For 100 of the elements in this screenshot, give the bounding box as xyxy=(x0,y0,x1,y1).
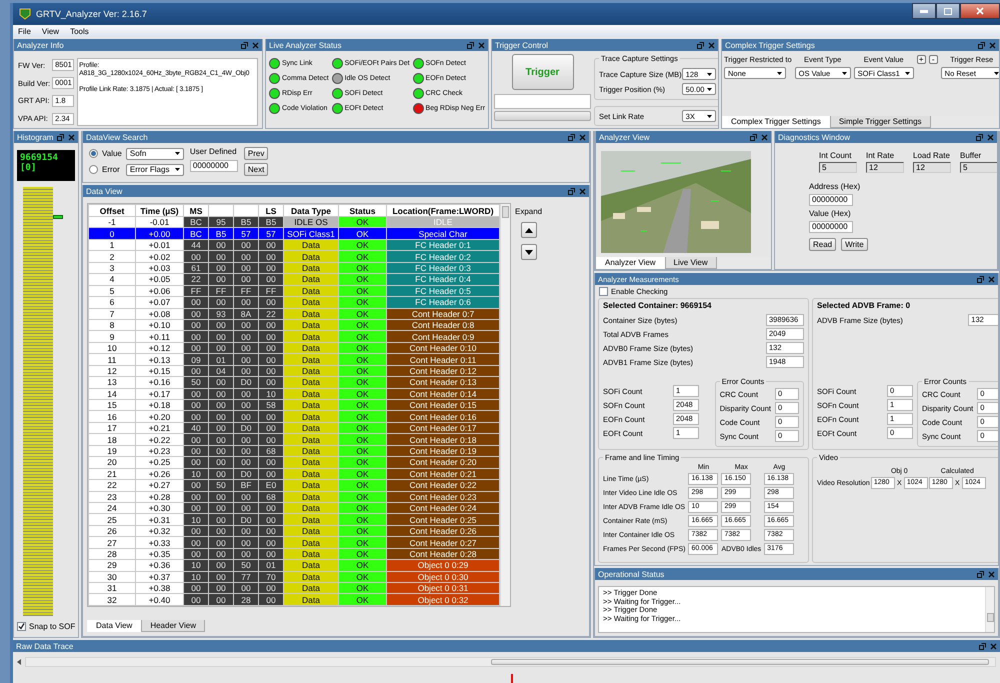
table-row[interactable]: 21 +0.26 10 00 D0 00 Data OK Cont Header 0:21 xyxy=(88,468,500,480)
minimize-button[interactable] xyxy=(912,3,936,19)
float-icon[interactable] xyxy=(976,134,983,140)
input-field[interactable]: 00000000 xyxy=(809,221,853,233)
search-button[interactable]: Next xyxy=(244,163,268,176)
table-row[interactable]: 13 +0.16 50 00 D0 00 Data OK Cont Header 0:13 xyxy=(88,376,500,388)
column-header[interactable]: Offset xyxy=(88,204,136,217)
float-icon[interactable] xyxy=(750,134,757,140)
table-row[interactable]: 25 +0.31 10 00 D0 00 Data OK Cont Header 0:25 xyxy=(88,514,500,526)
diag-button[interactable]: Write xyxy=(841,238,868,251)
close-icon[interactable] xyxy=(990,642,997,650)
table-row[interactable]: 15 +0.18 00 00 00 58 Data OK Cont Header 0:15 xyxy=(88,400,500,411)
table-row[interactable]: 3 +0.03 61 00 00 00 Data OK FC Header 0:3 xyxy=(88,262,500,274)
float-icon[interactable] xyxy=(467,42,474,48)
tab[interactable]: Live View xyxy=(664,257,717,269)
table-row[interactable]: 32 +0.40 00 00 28 00 Data OK Object 0 0:32 xyxy=(88,594,500,606)
table-row[interactable]: 0 +0.00 BC B5 57 57 SOFi Class1 OK Special Char xyxy=(88,228,500,240)
tab[interactable]: Analyzer View xyxy=(596,257,665,269)
table-row[interactable]: 14 +0.17 00 00 00 10 Data OK Cont Header 0:14 xyxy=(88,388,500,400)
menu-item[interactable]: Tools xyxy=(70,26,89,36)
table-row[interactable]: 6 +0.07 00 00 00 00 Data OK FC Header 0:6 xyxy=(88,296,500,308)
table-row[interactable]: 4 +0.05 22 00 00 00 Data OK FC Header 0:4 xyxy=(88,274,500,286)
float-icon[interactable] xyxy=(568,188,575,194)
dropdown[interactable]: Sofn xyxy=(126,148,184,160)
close-icon[interactable] xyxy=(708,42,715,48)
float-icon[interactable] xyxy=(979,642,986,650)
float-icon[interactable] xyxy=(978,42,985,48)
diag-button[interactable]: Read xyxy=(809,238,836,251)
table-row[interactable]: 1 +0.01 44 00 00 00 Data OK FC Header 0:1 xyxy=(88,239,500,251)
table-row[interactable]: 9 +0.11 00 00 00 00 Data OK Cont Header 0:9 xyxy=(88,330,500,342)
table-row[interactable]: -1 -0.01 BC 95 B5 B5 IDLE OS OK IDLE xyxy=(88,216,500,228)
radio-button[interactable] xyxy=(89,149,98,158)
close-icon[interactable] xyxy=(988,276,995,282)
close-icon[interactable] xyxy=(579,188,586,194)
menu-item[interactable]: File xyxy=(18,26,31,36)
maximize-button[interactable] xyxy=(936,3,960,19)
close-icon[interactable] xyxy=(988,570,995,578)
expand-up-button[interactable] xyxy=(520,222,537,238)
column-header[interactable]: Location(Frame:LWORD) xyxy=(386,204,500,217)
table-row[interactable]: 28 +0.35 00 00 00 00 Data OK Cont Header 0:28 xyxy=(88,548,500,560)
table-row[interactable]: 18 +0.22 00 00 00 00 Data OK Cont Header 0:18 xyxy=(88,434,500,446)
table-row[interactable]: 24 +0.30 00 00 00 00 Data OK Cont Header 0:24 xyxy=(88,502,500,514)
remove-button[interactable]: - xyxy=(928,55,938,64)
float-icon[interactable] xyxy=(568,134,575,140)
checkbox[interactable] xyxy=(17,622,26,631)
float-icon[interactable] xyxy=(241,42,248,48)
expand-down-button[interactable] xyxy=(520,244,537,260)
tab[interactable]: Header View xyxy=(141,620,205,632)
float-icon[interactable] xyxy=(57,134,64,140)
column-header[interactable]: MS xyxy=(184,204,208,217)
table-row[interactable]: 22 +0.27 00 50 BF E0 Data OK Cont Header 0:22 xyxy=(88,480,500,492)
scrollbar[interactable] xyxy=(25,657,996,668)
checkbox[interactable] xyxy=(599,287,608,296)
dropdown[interactable]: Error Flags xyxy=(126,164,184,176)
scrollbar[interactable] xyxy=(500,204,510,606)
table-row[interactable]: 16 +0.20 00 00 00 00 Data OK Cont Header 0:16 xyxy=(88,410,500,422)
input-field[interactable]: 00000000 xyxy=(190,160,238,172)
text-field[interactable] xyxy=(494,94,591,109)
close-icon[interactable] xyxy=(478,42,485,48)
table-row[interactable]: 5 +0.06 FF FF FF FF Data OK FC Header 0:5 xyxy=(88,285,500,297)
close-icon[interactable] xyxy=(987,134,994,140)
table-row[interactable]: 17 +0.21 40 00 D0 00 Data OK Cont Header 0:17 xyxy=(88,422,500,434)
close-icon[interactable] xyxy=(989,42,996,48)
float-icon[interactable] xyxy=(977,276,984,282)
table-row[interactable]: 8 +0.10 00 00 00 00 Data OK Cont Header 0:8 xyxy=(88,319,500,331)
table-row[interactable]: 10 +0.12 00 00 00 00 Data OK Cont Header 0:10 xyxy=(88,342,500,354)
table-row[interactable]: 31 +0.38 00 00 00 00 Data OK Object 0 0:31 xyxy=(88,582,500,594)
close-button[interactable] xyxy=(960,3,1000,19)
column-header[interactable]: LS xyxy=(258,204,284,217)
search-button[interactable]: Prev xyxy=(244,147,268,160)
table-row[interactable]: 30 +0.37 10 00 77 70 Data OK Object 0 0:30 xyxy=(88,571,500,583)
column-header[interactable]: Time (µS) xyxy=(136,204,184,217)
close-icon[interactable] xyxy=(252,42,259,48)
table-row[interactable]: 26 +0.32 00 00 00 00 Data OK Cont Header 0:26 xyxy=(88,525,500,537)
table-cell: Data xyxy=(284,342,338,354)
table-row[interactable]: 19 +0.23 00 00 00 68 Data OK Cont Header 0:19 xyxy=(88,445,500,457)
table-row[interactable]: 2 +0.02 00 00 00 00 Data OK FC Header 0:2 xyxy=(88,250,500,262)
table-row[interactable]: 29 +0.36 10 00 50 01 Data OK Object 0 0:29 xyxy=(88,560,500,572)
radio-button[interactable] xyxy=(89,165,98,174)
add-button[interactable]: + xyxy=(916,55,926,64)
left-arrow-icon[interactable] xyxy=(17,659,21,666)
tab[interactable]: Complex Trigger Settings xyxy=(722,116,830,128)
tab[interactable]: Simple Trigger Settings xyxy=(830,116,931,128)
close-icon[interactable] xyxy=(579,134,586,140)
scrollbar[interactable] xyxy=(985,587,994,632)
tab[interactable]: Data View xyxy=(87,620,142,632)
column-header[interactable]: Data Type xyxy=(284,204,338,217)
column-header[interactable]: Status xyxy=(338,204,386,217)
menu-item[interactable]: View xyxy=(42,26,60,36)
close-icon[interactable] xyxy=(68,134,76,140)
close-icon[interactable] xyxy=(761,134,768,140)
input-field[interactable]: 00000000 xyxy=(809,194,853,206)
float-icon[interactable] xyxy=(977,570,984,578)
table-row[interactable]: 7 +0.08 00 93 8A 22 Data OK Cont Header 0:7 xyxy=(88,308,500,320)
table-row[interactable]: 12 +0.15 00 04 00 00 Data OK Cont Header 0:12 xyxy=(88,365,500,377)
table-row[interactable]: 23 +0.28 00 00 00 68 Data OK Cont Header 0:23 xyxy=(88,491,500,502)
table-row[interactable]: 11 +0.13 09 01 00 00 Data OK Cont Header 0:11 xyxy=(88,354,500,366)
float-icon[interactable] xyxy=(697,42,704,48)
table-row[interactable]: 20 +0.25 00 00 00 00 Data OK Cont Header 0:20 xyxy=(88,456,500,468)
table-row[interactable]: 27 +0.33 00 00 00 00 Data OK Cont Header 0:27 xyxy=(88,536,500,548)
